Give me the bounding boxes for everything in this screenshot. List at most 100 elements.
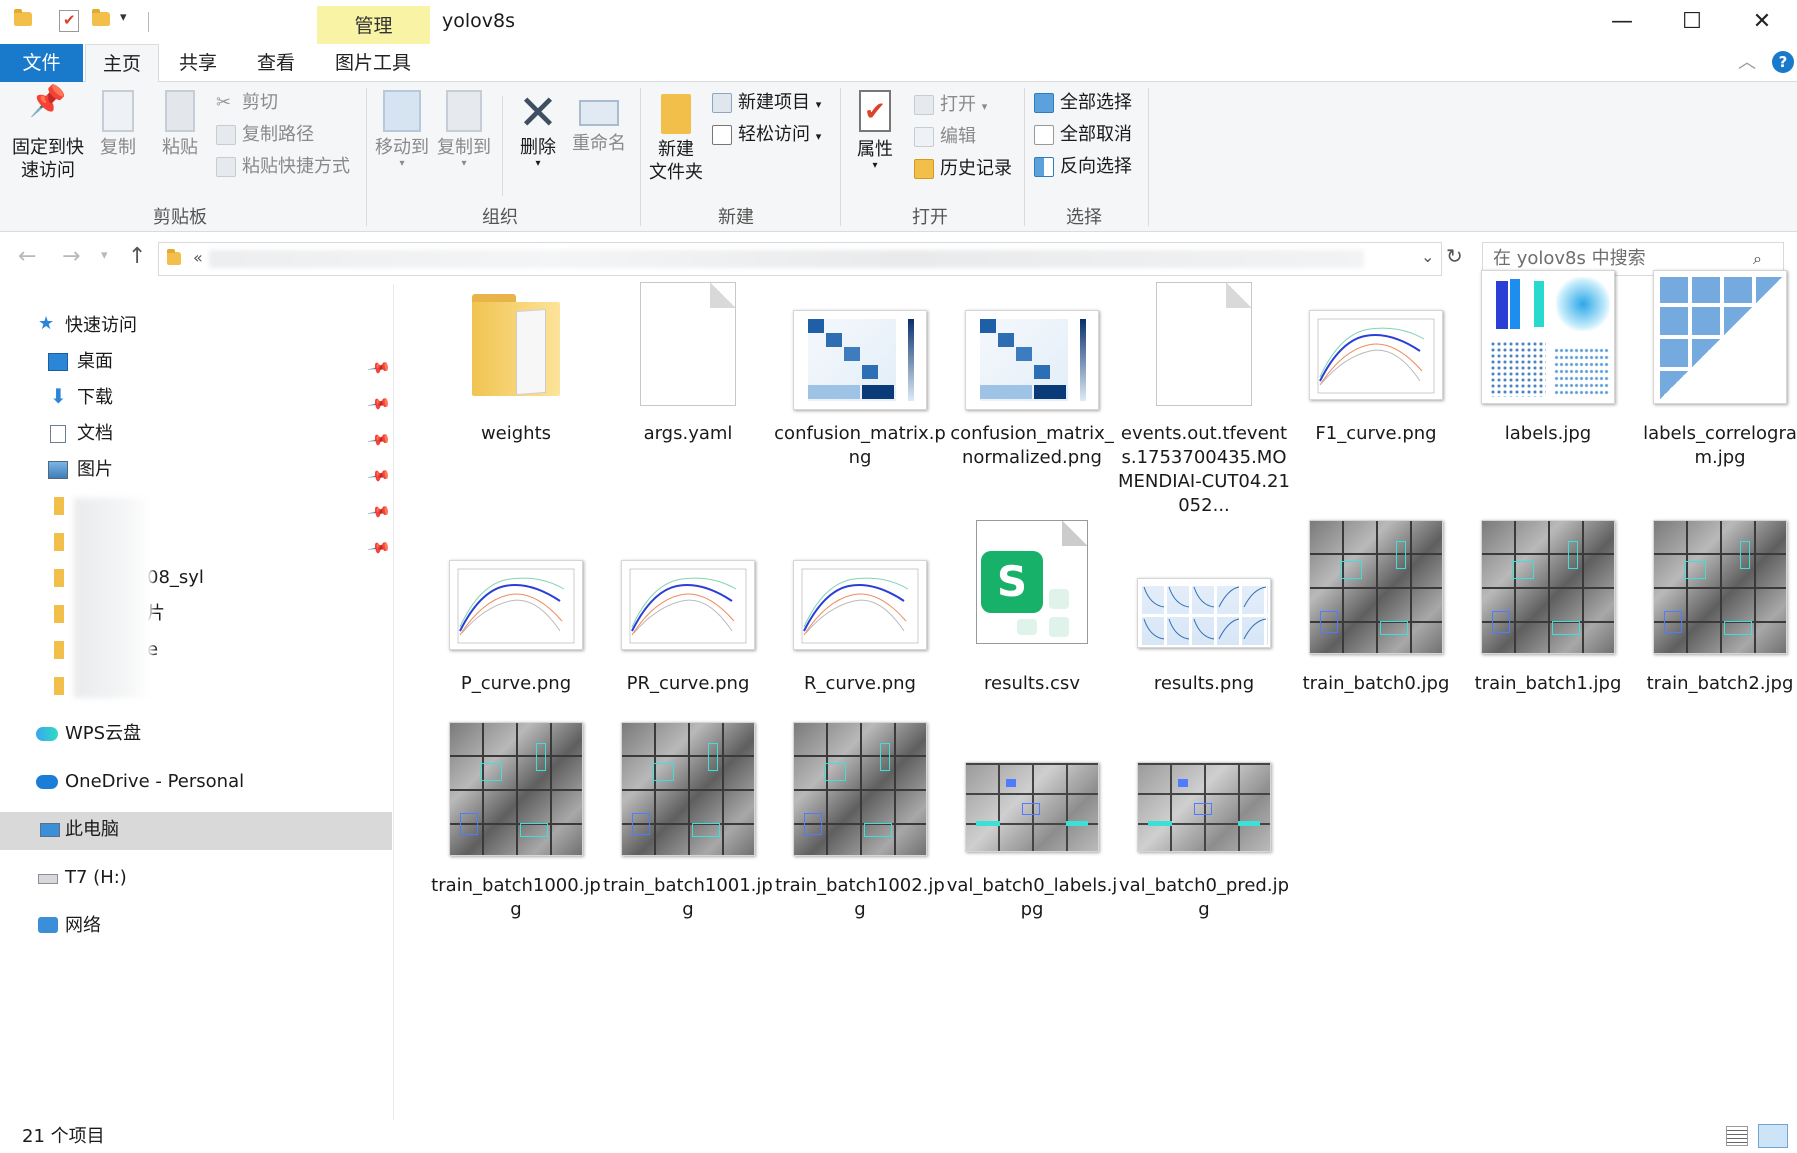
invert-selection-icon <box>1034 157 1054 177</box>
paste-button[interactable]: 粘贴 <box>156 90 204 159</box>
easy-access-button[interactable]: 轻松访问 ▾ <box>712 120 821 150</box>
file-item[interactable]: train_batch1000.jpg <box>430 714 602 920</box>
file-name: train_batch1001.jpg <box>603 875 773 920</box>
details-view-icon[interactable] <box>1726 1126 1748 1146</box>
large-icons-view-icon[interactable] <box>1758 1124 1788 1148</box>
invert-selection-button[interactable]: 反向选择 <box>1034 152 1132 182</box>
sidebar-item-folder[interactable] <box>0 668 392 704</box>
file-item[interactable]: val_batch0_pred.jpg <box>1118 714 1290 920</box>
sidebar-item-folder[interactable]: 08_syl <box>0 560 392 596</box>
folder-icon <box>54 569 64 587</box>
history-button[interactable]: 历史记录 <box>914 154 1012 184</box>
sidebar-item-folder[interactable]: e <box>0 632 392 668</box>
sidebar-item-onedrive[interactable]: OneDrive - Personal <box>0 764 392 800</box>
properties-qa-icon[interactable]: ✔ <box>59 10 79 32</box>
pin-quick-access-button[interactable]: 📌 固定到快速访问 <box>8 87 88 182</box>
properties-button[interactable]: ✔ 属性 ▾ <box>846 90 904 171</box>
help-icon[interactable]: ? <box>1772 51 1794 73</box>
move-to-icon <box>383 90 421 132</box>
file-item[interactable]: results.png <box>1118 512 1290 712</box>
file-item[interactable]: train_batch1002.jpg <box>774 714 946 920</box>
file-item[interactable]: confusion_matrix_normalized.png <box>946 262 1118 468</box>
tab-home[interactable]: 主页 <box>85 44 159 83</box>
file-name: results.png <box>1153 673 1255 694</box>
tab-view[interactable]: 查看 <box>246 44 306 82</box>
file-item[interactable]: train_batch1001.jpg <box>602 714 774 920</box>
sidebar-item-this-pc[interactable]: 此电脑 <box>0 812 392 850</box>
sidebar-item-drive-h[interactable]: T7 (H:) <box>0 860 392 896</box>
sidebar-item-folder[interactable]: 📌 <box>0 488 392 525</box>
file-name: train_batch1002.jpg <box>775 875 945 920</box>
sidebar-item-quick-access[interactable]: ★ 快速访问 <box>0 308 392 344</box>
file-item[interactable]: R_curve.png <box>774 512 946 712</box>
document-icon <box>640 282 736 406</box>
tab-share[interactable]: 共享 <box>168 44 228 82</box>
copy-path-button[interactable]: 复制路径 <box>216 120 314 150</box>
collapse-ribbon-icon[interactable]: ︿ <box>1738 48 1756 74</box>
group-label-new: 新建 <box>718 207 754 228</box>
file-name: labels_correlogram.jpg <box>1643 423 1797 468</box>
tab-file[interactable]: 文件 <box>0 44 83 82</box>
sidebar-item-wps-cloud[interactable]: WPS云盘 <box>0 716 392 752</box>
file-item[interactable]: confusion_matrix.png <box>774 262 946 468</box>
close-button[interactable]: ✕ <box>1727 0 1797 44</box>
pictures-icon <box>48 461 68 479</box>
recent-locations-chevron-icon[interactable]: ▾ <box>101 248 108 263</box>
easy-access-label: 轻松访问 <box>738 124 810 145</box>
edit-button[interactable]: 编辑 <box>914 122 976 152</box>
file-item[interactable]: PR_curve.png <box>602 512 774 712</box>
sidebar-item-network[interactable]: 网络 <box>0 908 392 944</box>
file-item[interactable]: train_batch2.jpg <box>1634 512 1797 712</box>
copy-to-button[interactable]: 复制到 ▾ <box>434 90 494 169</box>
sidebar-item-folder[interactable]: 片 <box>0 596 392 632</box>
file-item[interactable]: Sresults.csv <box>946 512 1118 712</box>
sidebar-item-desktop[interactable]: 桌面 📌 <box>0 344 392 381</box>
sidebar-item-downloads[interactable]: ⬇ 下载 📌 <box>0 380 392 417</box>
drive-icon <box>38 874 58 884</box>
file-item[interactable]: val_batch0_labels.jpg <box>946 714 1118 920</box>
sidebar-item-documents[interactable]: 文档 📌 <box>0 416 392 453</box>
file-item[interactable]: events.out.tfevents.1753700435.MOMENDIAI… <box>1118 262 1290 516</box>
minimize-button[interactable]: — <box>1587 0 1657 44</box>
back-arrow-icon[interactable]: ← <box>18 244 36 269</box>
select-all-label: 全部选择 <box>1060 92 1132 113</box>
delete-icon: ✕ <box>517 85 559 141</box>
new-folder-label-2: 文件夹 <box>649 162 703 183</box>
file-item[interactable]: train_batch1.jpg <box>1462 512 1634 712</box>
maximize-button[interactable]: ☐ <box>1657 0 1727 44</box>
select-all-button[interactable]: 全部选择 <box>1034 88 1132 118</box>
up-arrow-icon[interactable]: ↑ <box>128 244 146 269</box>
file-item[interactable]: P_curve.png <box>430 512 602 712</box>
desktop-icon <box>48 353 68 371</box>
group-separator <box>366 88 367 226</box>
image-thumbnail <box>1481 270 1615 404</box>
move-to-button[interactable]: 移动到 ▾ <box>372 90 432 169</box>
file-item[interactable]: labels_correlogram.jpg <box>1634 262 1797 468</box>
breadcrumb-overflow[interactable]: « <box>193 248 203 267</box>
file-item[interactable]: labels.jpg <box>1462 262 1634 462</box>
new-folder-button[interactable]: 新建 文件夹 <box>646 90 706 184</box>
file-item[interactable]: args.yaml <box>602 262 774 462</box>
sidebar-item-pictures[interactable]: 图片 📌 <box>0 452 392 489</box>
paste-shortcut-label: 粘贴快捷方式 <box>242 156 350 177</box>
file-item[interactable]: F1_curve.png <box>1290 262 1462 462</box>
tab-manage[interactable]: 管理 <box>317 6 430 44</box>
cut-button[interactable]: ✂ 剪切 <box>216 88 278 118</box>
properties-label: 属性 <box>857 139 893 160</box>
delete-button[interactable]: ✕ 删除 ▾ <box>510 85 566 169</box>
sidebar-item-folder[interactable]: 📌 <box>0 524 392 561</box>
paste-shortcut-button[interactable]: 粘贴快捷方式 <box>216 152 350 182</box>
image-thumbnail <box>621 560 755 650</box>
new-folder-qa-icon[interactable] <box>92 9 110 26</box>
copy-button[interactable]: 复制 <box>94 90 142 159</box>
customize-qa-icon[interactable]: ▾ <box>120 10 127 25</box>
select-none-button[interactable]: 全部取消 <box>1034 120 1132 150</box>
forward-arrow-icon[interactable]: → <box>62 244 80 269</box>
new-item-button[interactable]: 新建项目 ▾ <box>712 88 821 118</box>
open-button[interactable]: 打开 ▾ <box>914 90 987 120</box>
file-item[interactable]: weights <box>430 262 602 462</box>
tab-picture-tools[interactable]: 图片工具 <box>323 44 423 82</box>
folder-icon <box>14 9 32 26</box>
file-item[interactable]: train_batch0.jpg <box>1290 512 1462 712</box>
rename-button[interactable]: 重命名 <box>568 90 630 155</box>
